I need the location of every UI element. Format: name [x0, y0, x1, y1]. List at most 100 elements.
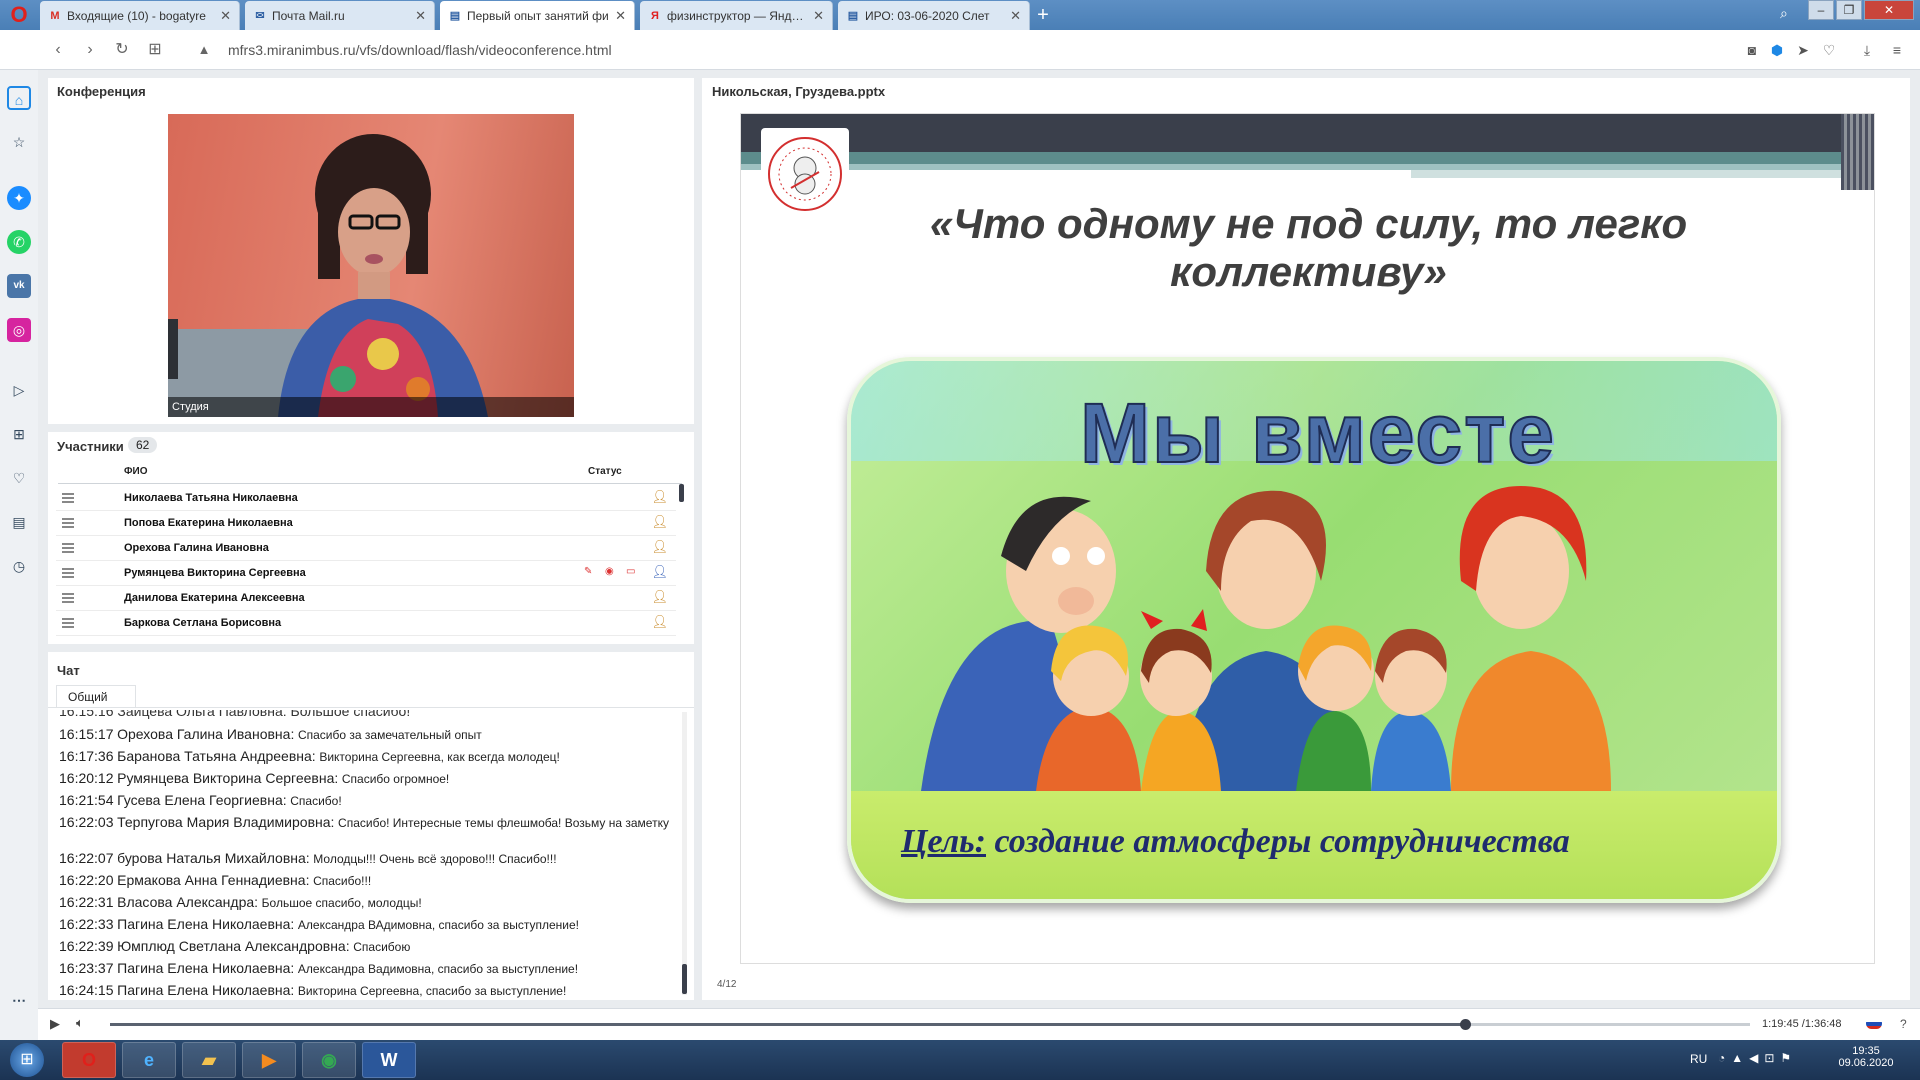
progress-handle[interactable]: [1459, 1019, 1471, 1030]
close-tab-icon[interactable]: ✕: [1010, 8, 1021, 24]
favorites-icon[interactable]: ♡: [7, 466, 31, 490]
progress-track[interactable]: [110, 1019, 1750, 1030]
drag-handle-icon[interactable]: [62, 618, 74, 628]
clock[interactable]: 19:35 09.06.2020: [1836, 1045, 1896, 1069]
taskbar-opera-icon[interactable]: O: [62, 1042, 116, 1078]
more-icon[interactable]: ⋯: [7, 988, 31, 1012]
close-tab-icon[interactable]: ✕: [813, 8, 824, 24]
message-author: Юмплюд Светлана Александровна:: [117, 938, 350, 954]
close-window-icon[interactable]: ✕: [1864, 0, 1914, 20]
start-button[interactable]: ⊞: [10, 1043, 44, 1077]
drag-handle-icon[interactable]: [62, 593, 74, 603]
browser-tab-label: физинструктор — Яндекс: [667, 8, 808, 23]
clock-time: 19:35: [1852, 1045, 1880, 1057]
download-icon[interactable]: ⤓: [1856, 39, 1878, 61]
vk-icon[interactable]: vk: [7, 274, 31, 298]
camera-icon[interactable]: ◙: [1741, 39, 1763, 61]
close-tab-icon[interactable]: ✕: [220, 8, 231, 24]
search-tabs-icon[interactable]: ⌕: [1780, 5, 1788, 22]
browser-tab[interactable]: ▤ ИРО: 03-06-2020 Слет ✕: [838, 1, 1030, 30]
participant-row[interactable]: Данилова Екатерина Алексеевна 👤︎: [56, 586, 676, 611]
keyboard-language[interactable]: RU: [1690, 1052, 1707, 1066]
participant-status-icon[interactable]: 👤︎: [651, 564, 668, 580]
participant-row[interactable]: Баркова Сетлана Борисовна 👤︎: [56, 611, 676, 636]
flow-icon[interactable]: ▷: [7, 378, 31, 402]
goal-label: Цель:: [901, 823, 986, 860]
instagram-icon[interactable]: ◎: [7, 318, 31, 342]
participant-row[interactable]: Орехова Галина Ивановна 👤︎: [56, 536, 676, 561]
screen-off-icon[interactable]: ▭: [626, 566, 635, 577]
minimize-icon[interactable]: –: [1808, 0, 1834, 20]
taskbar-word-icon[interactable]: W: [362, 1042, 416, 1078]
close-tab-icon[interactable]: ✕: [415, 8, 426, 24]
participant-name: Попова Екатерина Николаевна: [124, 517, 293, 529]
column-header-name[interactable]: ФИО: [124, 466, 148, 477]
heart-icon[interactable]: ♡: [1818, 39, 1840, 61]
conference-title: Конференция: [57, 84, 146, 99]
participant-row[interactable]: Румянцева Викторина Сергеевна 👤︎ ✎ ◉ ▭: [56, 561, 676, 586]
chat-message: 16:22:20 Ермакова Анна Геннадиевна: Спас…: [59, 872, 679, 889]
history-icon[interactable]: ◷: [7, 554, 31, 578]
chat-title: Чат: [57, 663, 80, 678]
browser-tab[interactable]: ▤ Первый опыт занятий фи ✕: [440, 1, 635, 30]
reload-icon[interactable]: ↻: [110, 38, 134, 62]
language-flag-icon[interactable]: [1866, 1018, 1882, 1029]
participant-row[interactable]: Попова Екатерина Николаевна 👤︎: [56, 511, 676, 536]
message-time: 16:22:07: [59, 850, 114, 866]
tray-icons[interactable]: ◔▲◀⊡⚑: [1718, 1051, 1797, 1065]
browser-tab[interactable]: Яфизинструктор — Яндекс ✕: [640, 1, 833, 30]
chat-message: 16:24:15 Пагина Елена Николаевна: Виктор…: [59, 982, 679, 999]
opera-sidebar: ⌂ ☆ ✦ ✆ vk ◎ ▷ ⊞ ♡ ▤ ◷ ⋯: [0, 70, 38, 1040]
taskbar-media-icon[interactable]: ▶: [242, 1042, 296, 1078]
taskbar-chrome-icon[interactable]: ◉: [302, 1042, 356, 1078]
taskbar-ie-icon[interactable]: e: [122, 1042, 176, 1078]
participant-status-icon[interactable]: 👤︎: [651, 514, 668, 530]
home-icon[interactable]: ⌂: [7, 86, 31, 110]
message-time: 16:15:17: [59, 726, 114, 742]
security-warning-icon[interactable]: ▲: [192, 38, 216, 62]
help-icon[interactable]: ?: [1900, 1017, 1907, 1031]
participants-scrollbar[interactable]: [679, 484, 684, 502]
participant-status-icon[interactable]: 👤︎: [651, 589, 668, 605]
shield-icon[interactable]: ⬢: [1766, 39, 1788, 61]
drag-handle-icon[interactable]: [62, 543, 74, 553]
whatsapp-icon[interactable]: ✆: [7, 230, 31, 254]
play-icon[interactable]: ▶: [50, 1016, 60, 1032]
messenger-icon[interactable]: ✦: [7, 186, 31, 210]
mic-off-icon[interactable]: ✎: [584, 566, 592, 577]
chat-message: 16:22:33 Пагина Елена Николаевна: Алекса…: [59, 916, 679, 933]
browser-tab[interactable]: ✉ Почта Mail.ru ✕: [245, 1, 435, 30]
tab-general[interactable]: Общий: [56, 685, 136, 707]
speed-dial-icon[interactable]: ⊞: [143, 38, 167, 62]
chat-scrollbar[interactable]: [682, 964, 687, 994]
taskbar-explorer-icon[interactable]: ▰: [182, 1042, 236, 1078]
camera-off-icon[interactable]: ◉: [605, 566, 614, 577]
participant-status-icon[interactable]: 👤︎: [651, 614, 668, 630]
browser-tab-strip: O M Входящие (10) - bogatyre ✕ ✉ Почта Mail.…: [0, 0, 1920, 30]
drag-handle-icon[interactable]: [62, 493, 74, 503]
chat-message: 16:20:12 Румянцева Викторина Сергеевна: …: [59, 770, 679, 787]
column-header-status[interactable]: Статус: [588, 466, 622, 477]
new-tab-button[interactable]: +: [1032, 4, 1054, 26]
participant-status-icon[interactable]: 👤︎: [651, 489, 668, 505]
message-text: Спасибо за замечательный опыт: [297, 728, 482, 742]
volume-icon[interactable]: 🔈︎: [76, 1015, 84, 1031]
participant-status-icon[interactable]: 👤︎: [651, 539, 668, 555]
drag-handle-icon[interactable]: [62, 518, 74, 528]
browser-tab[interactable]: M Входящие (10) - bogatyre ✕: [40, 1, 240, 30]
drag-handle-icon[interactable]: [62, 568, 74, 578]
back-icon[interactable]: ‹: [46, 38, 70, 62]
extensions-icon[interactable]: ⊞: [7, 422, 31, 446]
participant-row[interactable]: Николаева Татьяна Николаевна 👤︎: [56, 486, 676, 511]
menu-icon[interactable]: ≡: [1886, 39, 1908, 61]
news-icon[interactable]: ▤: [7, 510, 31, 534]
star-icon[interactable]: ☆: [7, 130, 31, 154]
restore-icon[interactable]: ❐: [1836, 0, 1862, 20]
send-icon[interactable]: ➤: [1792, 39, 1814, 61]
url-field[interactable]: mfrs3.miranimbus.ru/vfs/download/flash/v…: [228, 42, 612, 58]
opera-logo-icon[interactable]: O: [6, 4, 32, 26]
close-tab-icon[interactable]: ✕: [615, 8, 626, 24]
video-feed[interactable]: Студия: [168, 114, 574, 417]
clock-date: 09.06.2020: [1838, 1057, 1894, 1069]
forward-icon[interactable]: ›: [78, 38, 102, 62]
